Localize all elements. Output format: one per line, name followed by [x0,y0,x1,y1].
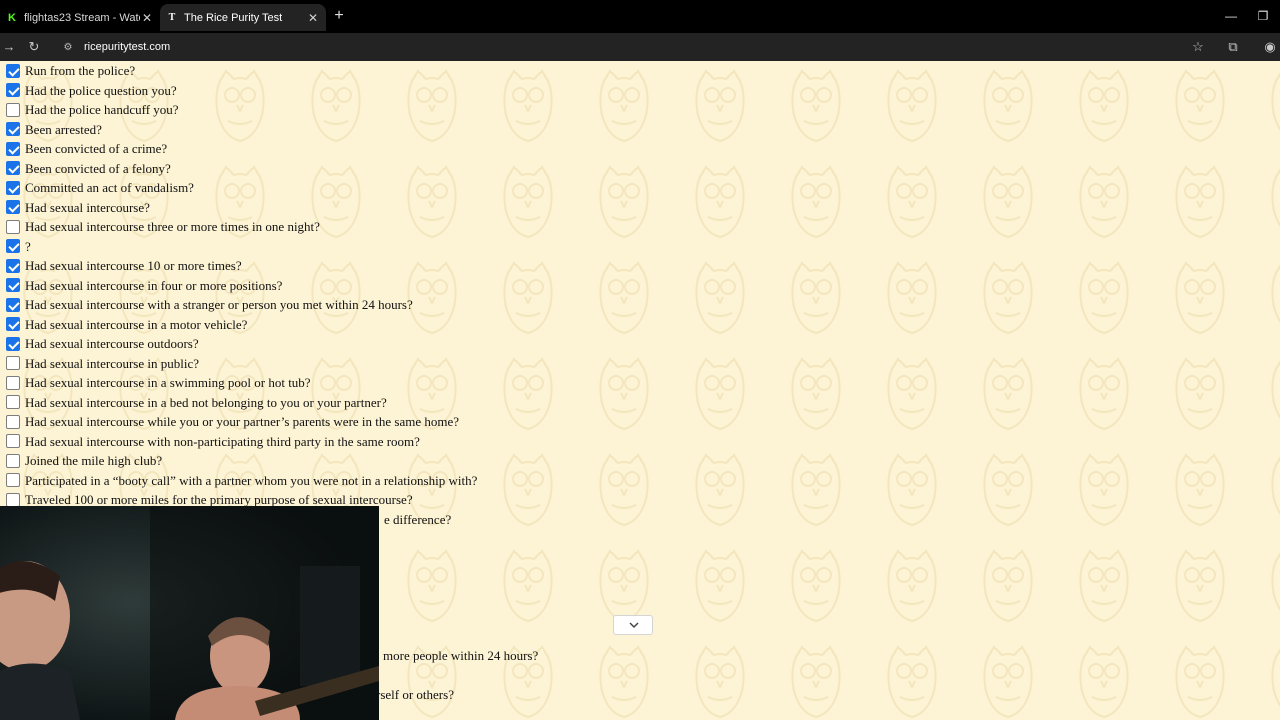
extensions-icon[interactable]: ⧉ [1224,38,1242,56]
question-text: Had sexual intercourse? [25,199,150,215]
tab-kick-stream[interactable]: K flightas23 Stream - Watch Live ✕ [0,4,160,31]
new-tab-icon[interactable]: + [331,8,347,24]
back-icon[interactable]: → [0,38,18,56]
question-checkbox[interactable] [6,83,20,97]
question-text: Run from the police? [25,63,136,78]
question-checkbox[interactable] [6,336,20,351]
question-text: Joined the mile high club? [25,453,163,468]
question-text: more people within 24 hours? [383,648,539,663]
question-checkbox[interactable] [6,492,20,507]
question-checkbox[interactable] [6,356,20,370]
question-checkbox[interactable] [6,434,20,448]
question-text: Had sexual intercourse three or more tim… [25,219,320,234]
question-checkbox[interactable] [6,453,20,468]
question-checkbox[interactable] [6,317,20,331]
question-text: Had sexual intercourse 10 or more times? [25,258,242,273]
question-checkbox[interactable] [6,258,20,273]
browser-tab-strip: K flightas23 Stream - Watch Live ✕ T The… [0,0,1280,33]
question-text: Had sexual intercourse with a stranger o… [25,297,413,312]
question-text: Had sexual intercourse in four or more p… [25,277,283,293]
question-text: Had sexual intercourse in a swimming poo… [25,375,311,390]
question-checkbox[interactable] [6,395,20,409]
question-checkbox[interactable] [6,219,20,234]
question-text: Had sexual intercourse while you or your… [25,414,460,429]
question-text: Had the police handcuff you? [25,102,179,117]
question-text: Had sexual intercourse with non-particip… [25,433,420,449]
reload-icon[interactable]: ↻ [25,38,43,56]
question-checkbox[interactable] [6,278,20,292]
scroll-down-button[interactable] [613,615,653,635]
question-checkbox[interactable] [6,200,20,214]
question-text: Been arrested? [25,121,102,137]
question-checkbox[interactable] [6,375,20,390]
question-text: Had sexual intercourse in a bed not belo… [25,394,387,410]
question-text: Had sexual intercourse in a motor vehicl… [25,316,248,332]
question-checkbox[interactable] [6,63,20,78]
question-checkbox[interactable] [6,180,20,195]
rice-purity-icon: T [168,12,176,23]
site-info-icon[interactable]: ⚙ [60,42,76,53]
browser-toolbar: → ↻ ⚙ ricepuritytest.com ☆ ⧉ ◉ [0,33,1280,61]
question-text: Had sexual intercourse outdoors? [25,336,199,351]
webcam-overlay [0,506,379,720]
question-text: Had the police question you? [25,82,177,98]
question-text: e difference? [384,511,452,527]
kick-logo-icon: K [8,11,16,24]
question-checkbox[interactable] [6,297,20,312]
question-checkbox[interactable] [6,414,20,429]
minimize-icon[interactable]: — [1223,8,1239,24]
tab-rice-purity[interactable]: T The Rice Purity Test ✕ [160,4,326,31]
question-checkbox[interactable] [6,102,20,117]
question-checkbox[interactable] [6,122,20,136]
question-text: Committed an act of vandalism? [25,180,194,195]
question-checkbox[interactable] [6,141,20,156]
tab-title: flightas23 Stream - Watch Live [24,11,140,24]
question-text: rself or others? [376,687,454,702]
question-text: Participated in a “booty call” with a pa… [25,472,478,488]
bookmark-star-icon[interactable]: ☆ [1189,38,1207,56]
question-checkbox[interactable] [6,239,20,253]
profile-icon[interactable]: ◉ [1261,38,1279,56]
question-text: ? [25,238,31,254]
close-tab-icon[interactable]: ✕ [306,11,320,25]
question-checkbox[interactable] [6,161,20,175]
question-checkbox[interactable] [6,473,20,487]
tab-title: The Rice Purity Test [184,11,283,24]
restore-window-icon[interactable]: ❐ [1255,8,1271,24]
question-text: Been convicted of a felony? [25,160,171,176]
webcam-video [0,506,379,720]
url-text: ricepuritytest.com [84,41,171,53]
question-text: Been convicted of a crime? [25,141,168,156]
close-tab-icon[interactable]: ✕ [140,11,154,25]
question-text: Had sexual intercourse in public? [25,355,199,371]
address-bar[interactable]: ⚙ ricepuritytest.com [54,36,1214,58]
chevron-down-icon [629,622,639,629]
